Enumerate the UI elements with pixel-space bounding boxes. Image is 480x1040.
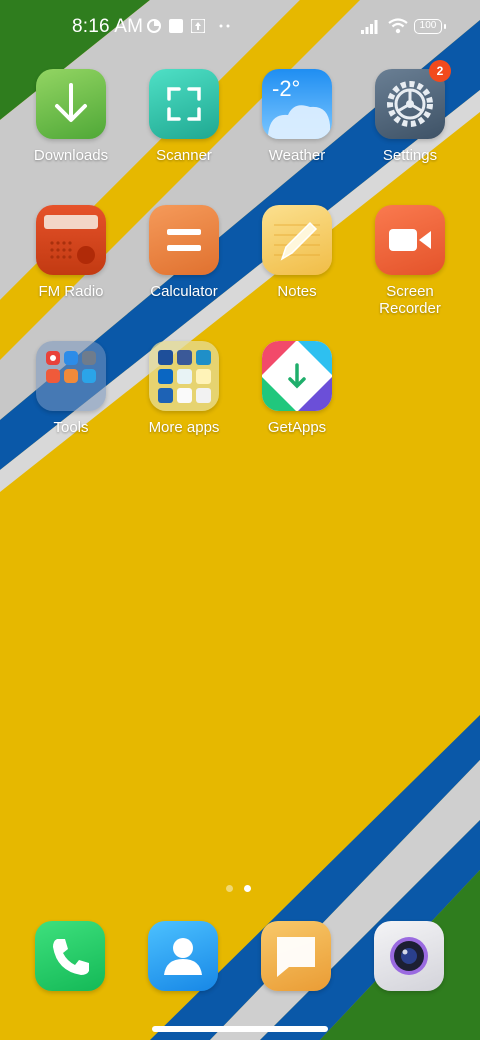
phone-handset-icon [53, 939, 89, 975]
pencil-icon [274, 221, 320, 261]
signal-icon [361, 20, 381, 34]
dock-contacts[interactable] [148, 921, 218, 991]
app-screen-recorder[interactable]: Screen Recorder [354, 205, 466, 317]
status-bar: 8:16 AM 100 [0, 0, 480, 56]
notification-badge: 2 [429, 60, 451, 82]
dock-camera[interactable] [374, 921, 444, 991]
app-label: Scanner [156, 147, 212, 164]
person-icon [164, 938, 202, 975]
data-saver-icon [147, 19, 161, 33]
radio-icon [44, 215, 98, 264]
folder-more-apps[interactable]: More apps [128, 341, 240, 436]
folder-tools[interactable]: Tools [15, 341, 127, 436]
message-bubble-icon [277, 937, 315, 977]
dock-phone[interactable] [35, 921, 105, 991]
app-label: Notes [277, 283, 317, 300]
app-label: Tools [53, 419, 89, 436]
app-getapps[interactable]: GetApps [241, 341, 353, 436]
video-camera-icon [389, 229, 431, 251]
camera-lens-icon [390, 937, 428, 975]
app-label: FM Radio [38, 283, 104, 300]
app-fm-radio[interactable]: FM Radio [15, 205, 127, 300]
wifi-icon [388, 18, 408, 34]
more-dots-icon [219, 24, 231, 28]
app-label: Downloads [33, 147, 109, 164]
page-dot[interactable] [226, 885, 233, 892]
page-indicator [226, 879, 262, 897]
app-settings[interactable]: 2 Settings [354, 60, 466, 164]
upload-notification-icon [191, 19, 205, 33]
app-label: Screen Recorder [379, 283, 441, 317]
page-dot-active[interactable] [244, 885, 251, 892]
app-label: GetApps [267, 419, 327, 436]
app-label: Weather [268, 147, 326, 164]
scan-frame-icon [167, 87, 201, 121]
app-scanner[interactable]: Scanner [128, 69, 240, 164]
folder-icon [158, 350, 211, 403]
app-notes[interactable]: Notes [241, 205, 353, 300]
battery-icon: 100 [414, 19, 446, 34]
download-arrow-icon [55, 83, 87, 122]
app-calculator[interactable]: Calculator [128, 205, 240, 300]
equals-icon [167, 229, 201, 251]
app-weather[interactable]: -2° Weather [241, 69, 353, 164]
app-label: Calculator [150, 283, 218, 300]
app-label: Settings [382, 147, 438, 164]
folder-icon [46, 351, 96, 383]
store-download-icon [262, 341, 332, 411]
clock: 8:16 AM [72, 16, 144, 37]
app-downloads[interactable]: Downloads [15, 69, 127, 164]
dock-messages[interactable] [261, 921, 331, 991]
battery-level: 100 [419, 20, 437, 31]
weather-temp: -2° [272, 76, 301, 101]
square-notification-icon [169, 19, 183, 33]
home-gesture-bar[interactable] [152, 1026, 328, 1032]
app-label: More apps [148, 419, 220, 436]
